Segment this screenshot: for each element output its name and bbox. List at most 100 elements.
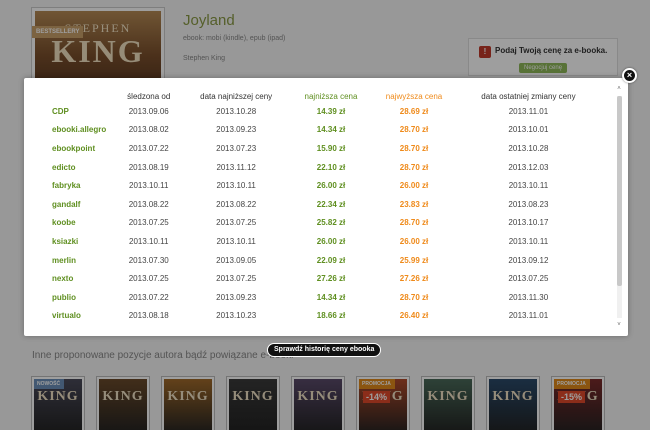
last-change-cell: 2013.10.11 — [508, 236, 549, 246]
lowest-date-cell: 2013.10.11 — [216, 236, 256, 246]
header-highest-price: najwyższa cena — [385, 91, 443, 101]
store-link[interactable]: ksiazki — [30, 232, 116, 251]
table-row: gandalf 2013.08.22 2013.08.22 22.34 zł 23.83… — [30, 195, 600, 214]
highest-price-cell: 23.83 zł — [399, 199, 429, 209]
lowest-date-cell: 2013.10.28 — [216, 106, 257, 116]
table-row: virtualo 2013.08.18 2013.10.23 18.66 zł 26.4… — [30, 307, 600, 326]
store-link[interactable]: ebookpoint — [30, 139, 116, 158]
scroll-down-arrow-icon[interactable]: ˅ — [616, 322, 622, 328]
highest-price-cell: 28.70 zł — [399, 143, 429, 153]
tracked-since-cell: 2013.07.25 — [128, 274, 169, 284]
lowest-price-cell: 14.39 zł — [316, 106, 346, 116]
store-link[interactable]: nexto — [30, 269, 116, 288]
last-change-cell: 2013.07.25 — [508, 274, 549, 284]
tracked-since-cell: 2013.08.19 — [128, 162, 169, 172]
highest-price-cell: 26.40 zł — [399, 311, 429, 321]
table-row: ksiazki 2013.10.11 2013.10.11 26.00 zł 26.00… — [30, 232, 600, 251]
highest-price-cell: 28.70 zł — [399, 125, 429, 135]
last-change-cell: 2013.12.03 — [508, 162, 549, 172]
tracked-since-cell: 2013.09.06 — [128, 106, 169, 116]
lowest-date-cell: 2013.09.23 — [216, 125, 257, 135]
store-link[interactable]: CDP — [30, 102, 116, 121]
lowest-price-cell: 25.82 zł — [316, 218, 346, 228]
tracked-since-cell: 2013.07.22 — [128, 292, 169, 302]
last-change-cell: 2013.11.30 — [508, 292, 549, 302]
scrollbar-thumb[interactable] — [617, 96, 622, 286]
tracked-since-cell: 2013.08.18 — [128, 311, 169, 321]
lowest-date-cell: 2013.09.05 — [216, 255, 257, 265]
header-tracked-since: śledzona od — [127, 91, 171, 101]
lowest-date-cell: 2013.09.23 — [216, 292, 257, 302]
last-change-cell: 2013.09.12 — [508, 255, 549, 265]
store-link[interactable]: publio — [30, 288, 116, 307]
table-row: CDP 2013.09.06 2013.10.28 14.39 zł 28.69 zł 2… — [30, 102, 600, 121]
lowest-date-cell: 2013.07.23 — [216, 143, 257, 153]
table-row: publio 2013.07.22 2013.09.23 14.34 zł 28.70 … — [30, 288, 600, 307]
highest-price-cell: 26.00 zł — [399, 236, 429, 246]
tracked-since-cell: 2013.10.11 — [129, 181, 169, 191]
store-link[interactable]: edicto — [30, 158, 116, 177]
lowest-price-cell: 22.09 zł — [316, 255, 346, 265]
table-row: ebookpoint 2013.07.22 2013.07.23 15.90 zł 28… — [30, 139, 600, 158]
store-link[interactable]: koobe — [30, 214, 116, 233]
lowest-price-cell: 15.90 zł — [316, 143, 346, 153]
price-history-table: śledzona od data najniższej ceny najniżs… — [30, 84, 600, 325]
table-row: koobe 2013.07.25 2013.07.25 25.82 zł 28.70 z… — [30, 214, 600, 233]
tracked-since-cell: 2013.07.22 — [128, 143, 169, 153]
modal-scrollbar[interactable]: ˄ ˅ — [616, 84, 622, 330]
header-last-change: data ostatniej zmiany ceny — [481, 91, 576, 101]
store-link[interactable]: fabryka — [30, 176, 116, 195]
table-header-row: śledzona od data najniższej ceny najniżs… — [30, 84, 600, 102]
lowest-date-cell: 2013.07.25 — [216, 218, 257, 228]
table-row: merlin 2013.07.30 2013.09.05 22.09 zł 25.99 … — [30, 251, 600, 270]
highest-price-cell: 28.70 zł — [399, 162, 429, 172]
lowest-date-cell: 2013.10.11 — [216, 181, 256, 191]
tracked-since-cell: 2013.07.25 — [128, 218, 169, 228]
tracked-since-cell: 2013.07.30 — [128, 255, 169, 265]
last-change-cell: 2013.10.28 — [508, 143, 549, 153]
last-change-cell: 2013.11.01 — [508, 311, 549, 321]
header-lowest-date: data najniższej ceny — [200, 91, 273, 101]
store-link[interactable]: ebooki.allegro — [30, 121, 116, 140]
lowest-price-cell: 26.00 zł — [316, 236, 346, 246]
highest-price-cell: 27.26 zł — [399, 274, 429, 284]
table-row: edicto 2013.08.19 2013.11.12 22.10 zł 28.70 … — [30, 158, 600, 177]
last-change-cell: 2013.10.11 — [508, 181, 549, 191]
lowest-price-cell: 22.10 zł — [316, 162, 346, 172]
tracked-since-cell: 2013.08.02 — [128, 125, 169, 135]
price-history-modal: śledzona od data najniższej ceny najniżs… — [24, 78, 628, 336]
lowest-price-cell: 14.34 zł — [316, 292, 346, 302]
close-modal-icon[interactable]: × — [622, 68, 637, 83]
highest-price-cell: 28.70 zł — [399, 292, 429, 302]
highest-price-cell: 25.99 zł — [399, 255, 429, 265]
lowest-price-cell: 18.66 zł — [316, 311, 346, 321]
lowest-date-cell: 2013.08.22 — [216, 199, 257, 209]
tracked-since-cell: 2013.10.11 — [129, 236, 169, 246]
table-row: ebooki.allegro 2013.08.02 2013.09.23 14.34 … — [30, 121, 600, 140]
store-link[interactable]: gandalf — [30, 195, 116, 214]
lowest-date-cell: 2013.07.25 — [216, 274, 257, 284]
last-change-cell: 2013.08.23 — [508, 199, 549, 209]
header-lowest-price: najniższa cena — [304, 91, 358, 101]
lowest-price-cell: 26.00 zł — [316, 181, 346, 191]
tracked-since-cell: 2013.08.22 — [128, 199, 169, 209]
store-link[interactable]: virtualo — [30, 307, 116, 326]
last-change-cell: 2013.10.17 — [508, 218, 549, 228]
header-store — [30, 84, 116, 102]
last-change-cell: 2013.10.01 — [508, 125, 549, 135]
highest-price-cell: 26.00 zł — [399, 181, 429, 191]
lowest-date-cell: 2013.11.12 — [216, 162, 256, 172]
scroll-up-arrow-icon[interactable]: ˄ — [616, 86, 622, 92]
lowest-price-cell: 27.26 zł — [316, 274, 346, 284]
price-history-scroll-area[interactable]: śledzona od data najniższej ceny najniżs… — [30, 84, 616, 330]
last-change-cell: 2013.11.01 — [508, 106, 549, 116]
lowest-price-cell: 14.34 zł — [316, 125, 346, 135]
highest-price-cell: 28.69 zł — [399, 106, 429, 116]
lowest-date-cell: 2013.10.23 — [216, 311, 257, 321]
table-row: nexto 2013.07.25 2013.07.25 27.26 zł 27.26 z… — [30, 269, 600, 288]
highest-price-cell: 28.70 zł — [399, 218, 429, 228]
table-row: fabryka 2013.10.11 2013.10.11 26.00 zł 26.00… — [30, 176, 600, 195]
price-history-button[interactable]: Sprawdź historię ceny ebooka — [267, 343, 382, 357]
lowest-price-cell: 22.34 zł — [316, 199, 346, 209]
store-link[interactable]: merlin — [30, 251, 116, 270]
